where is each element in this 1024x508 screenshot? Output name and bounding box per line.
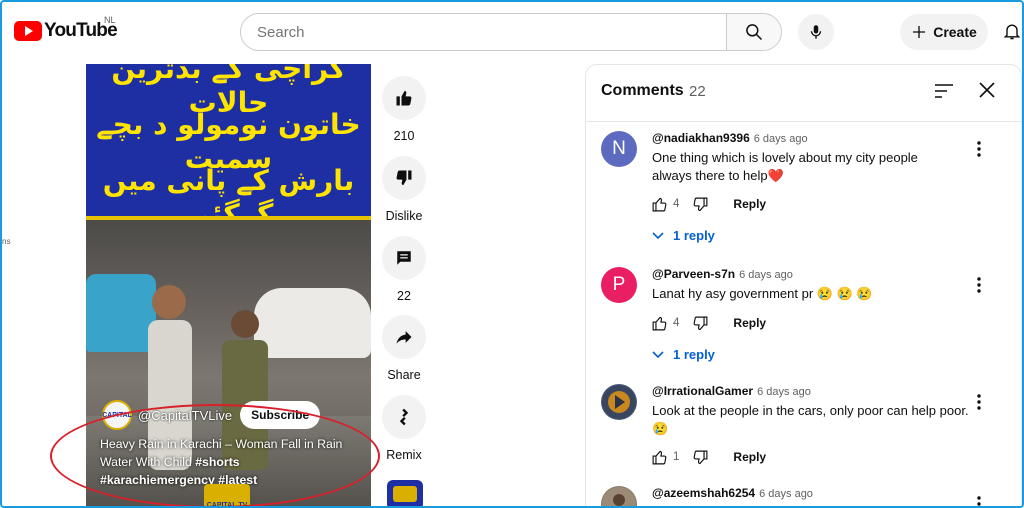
- gamer-avatar-icon: [602, 385, 636, 419]
- chevron-down-icon: [652, 231, 664, 239]
- reply-button[interactable]: Reply: [733, 197, 766, 211]
- region-code: NL: [104, 15, 116, 25]
- comment-like-count: 4: [673, 317, 680, 329]
- reply-button[interactable]: Reply: [733, 450, 766, 464]
- comment-icon: [397, 251, 411, 265]
- comment-count: 22: [397, 289, 411, 303]
- comment-actions: 1 Reply: [648, 446, 766, 468]
- avatar[interactable]: N: [601, 131, 637, 167]
- video-urdu-caption: کراچی کے بدترین حالات خاتون نومولو د بچے…: [86, 64, 371, 231]
- like-count: 210: [393, 129, 415, 143]
- comment-like-count: 4: [673, 198, 680, 210]
- avatar[interactable]: P: [601, 267, 637, 303]
- comments-action: 22: [374, 236, 434, 303]
- share-arrow-icon: [396, 331, 412, 344]
- comment-time[interactable]: 6 days ago: [754, 133, 808, 145]
- comment-text: One thing which is lovely about my city …: [652, 150, 918, 183]
- more-options-icon[interactable]: [974, 277, 984, 293]
- sort-icon[interactable]: [935, 84, 953, 98]
- chevron-down-icon: [652, 350, 664, 358]
- comment-text: Look at the people in the cars, only poo…: [652, 403, 969, 436]
- voice-search-button[interactable]: [798, 14, 834, 50]
- reply-button[interactable]: Reply: [733, 316, 766, 330]
- dislike-action: Dislike: [374, 156, 434, 223]
- channel-thumbnail[interactable]: [387, 480, 423, 506]
- comments-count: 22: [689, 83, 706, 100]
- thumbs-down-outline-icon: [693, 197, 708, 211]
- create-label: Create: [933, 24, 977, 40]
- author-handle[interactable]: @Parveen-s7n: [652, 267, 735, 281]
- like-comment-button[interactable]: [648, 312, 670, 334]
- comments-title: Comments: [601, 82, 684, 99]
- thumbs-down-outline-icon: [693, 316, 708, 330]
- thumbs-down-outline-icon: [693, 450, 708, 464]
- dislike-label: Dislike: [385, 209, 423, 223]
- notifications-button[interactable]: [1002, 20, 1022, 47]
- comment-text: Lanat hy asy government pr 😢 😢 😢: [652, 286, 873, 301]
- comment-time[interactable]: 6 days ago: [739, 269, 793, 281]
- dislike-button[interactable]: [382, 156, 426, 200]
- remix-icon: [399, 408, 409, 426]
- more-options-icon[interactable]: [974, 394, 984, 410]
- comments-panel: Comments 22 N @nadiakhan9396 6 days ago O…: [585, 64, 1022, 508]
- avatar[interactable]: [601, 486, 637, 506]
- comment-author[interactable]: @nadiakhan9396 6 days ago: [652, 131, 808, 145]
- profile-photo-icon: [602, 487, 636, 506]
- sidebar-fragment: ns: [2, 237, 11, 246]
- like-action: 210: [374, 76, 434, 143]
- panel-divider: [586, 121, 1021, 122]
- like-button[interactable]: [382, 76, 426, 120]
- comment-author[interactable]: @IrrationalGamer 6 days ago: [652, 384, 811, 398]
- comment-like-count: 1: [673, 451, 680, 463]
- thumbs-down-icon: [396, 170, 412, 186]
- youtube-logo[interactable]: YouTube: [14, 20, 118, 42]
- close-icon[interactable]: [979, 82, 995, 98]
- plus-icon: [913, 26, 926, 38]
- comment-author[interactable]: @azeemshah6254 6 days ago: [652, 486, 813, 500]
- comment-actions: 4 Reply: [648, 312, 766, 334]
- remix-label: Remix: [386, 448, 422, 462]
- like-comment-button[interactable]: [648, 193, 670, 215]
- author-handle[interactable]: @IrrationalGamer: [652, 384, 753, 398]
- like-comment-button[interactable]: [648, 446, 670, 468]
- remix-action: Remix: [374, 395, 434, 462]
- comment-time[interactable]: 6 days ago: [757, 386, 811, 398]
- bell-icon: [1003, 24, 1021, 40]
- dislike-comment-button[interactable]: [689, 193, 711, 215]
- thumbs-up-outline-icon: [652, 197, 666, 211]
- search-button[interactable]: [726, 13, 782, 51]
- dislike-comment-button[interactable]: [689, 446, 711, 468]
- search-icon: [746, 24, 763, 41]
- share-label: Share: [387, 368, 421, 382]
- thumbs-up-outline-icon: [652, 316, 666, 330]
- view-replies-button[interactable]: 1 reply: [652, 347, 715, 362]
- replies-label: 1 reply: [673, 347, 715, 362]
- replies-label: 1 reply: [673, 228, 715, 243]
- dislike-comment-button[interactable]: [689, 312, 711, 334]
- microphone-icon: [810, 25, 822, 39]
- more-options-icon[interactable]: [974, 496, 984, 508]
- caption-border: [86, 216, 371, 220]
- author-handle[interactable]: @nadiakhan9396: [652, 131, 750, 145]
- create-button[interactable]: Create: [900, 14, 988, 50]
- browser-frame: YouTube NL Create ns کراچی کے بدترین حال…: [0, 0, 1024, 508]
- avatar[interactable]: [601, 384, 637, 420]
- youtube-play-icon: [14, 21, 42, 41]
- comment-time[interactable]: 6 days ago: [759, 488, 813, 500]
- share-action: Share: [374, 315, 434, 382]
- remix-button[interactable]: [382, 395, 426, 439]
- more-options-icon[interactable]: [974, 141, 984, 157]
- search-input[interactable]: [240, 13, 726, 51]
- highlight-annotation: [50, 404, 380, 506]
- comment-author[interactable]: @Parveen-s7n 6 days ago: [652, 267, 793, 281]
- view-replies-button[interactable]: 1 reply: [652, 228, 715, 243]
- thumbs-up-outline-icon: [652, 450, 666, 464]
- comments-button[interactable]: [382, 236, 426, 280]
- thumbs-up-icon: [396, 90, 412, 106]
- share-button[interactable]: [382, 315, 426, 359]
- search-bar: [240, 13, 782, 51]
- comment-actions: 4 Reply: [648, 193, 766, 215]
- author-handle[interactable]: @azeemshah6254: [652, 486, 755, 500]
